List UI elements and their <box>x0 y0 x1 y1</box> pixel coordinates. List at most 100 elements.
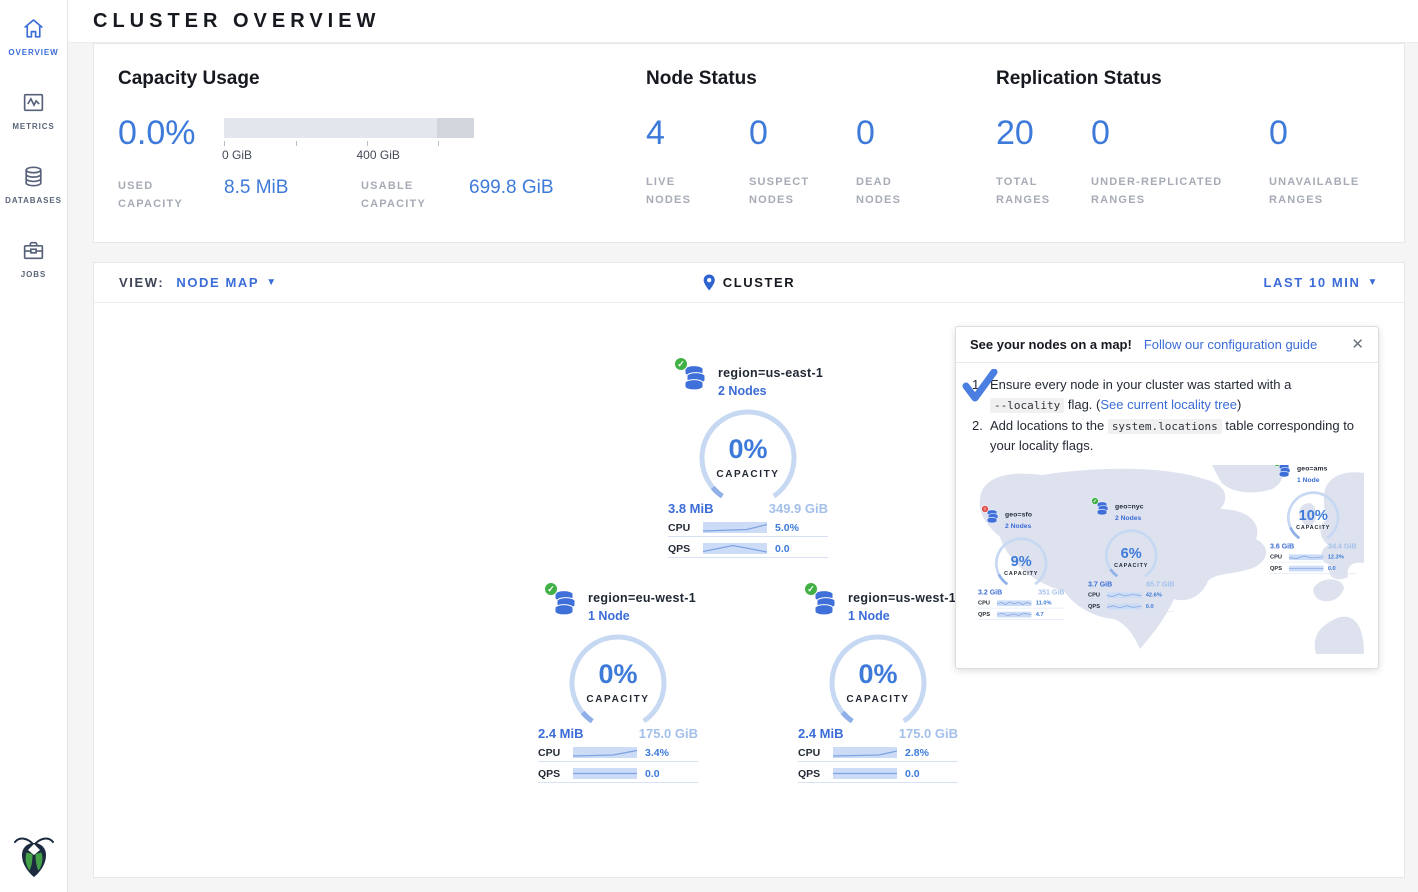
node-status-title: Node Status <box>646 68 996 90</box>
setup-step-1: 1. Ensure every node in your cluster was… <box>972 375 1362 414</box>
qps-metric: QPS 0.0 <box>538 765 698 783</box>
home-icon <box>21 16 46 41</box>
nodes-link[interactable]: 1 Node <box>588 609 696 623</box>
breadcrumb[interactable]: CLUSTER <box>703 274 796 291</box>
capacity-gauge: 10% CAPACITY <box>1285 489 1341 545</box>
locality-eu-west-1[interactable]: ✓ region=eu-west-1 1 Node <box>538 589 698 783</box>
sidebar-item-jobs[interactable]: JOBS <box>21 238 46 279</box>
cpu-metric: CPU 2.8% <box>798 744 958 762</box>
close-icon[interactable]: ✕ <box>1351 337 1364 352</box>
qps-sparkline <box>703 543 767 554</box>
unavailable-ranges-stat: 0 UNAVAILABLE RANGES <box>1269 118 1379 209</box>
nodes-link[interactable]: 2 Nodes <box>718 384 823 398</box>
capacity-gauge: 0% CAPACITY <box>566 631 670 735</box>
under-replicated-ranges-stat: 0 UNDER-REPLICATED RANGES <box>1091 118 1269 209</box>
breadcrumb-label: CLUSTER <box>723 275 796 290</box>
usable-capacity-value: 699.8 GiB <box>469 177 554 199</box>
usable-capacity-label: USABLECAPACITY <box>361 177 469 213</box>
region-label: geo=nyc <box>1115 503 1144 511</box>
blue-check-icon <box>962 369 998 403</box>
db-stack-icon: ✓ <box>552 589 579 616</box>
cpu-metric: CPU 5.0% <box>668 519 828 537</box>
locality-flag-code: --locality <box>990 398 1064 413</box>
capacity-bar-tail <box>437 118 475 138</box>
replication-status-section: Replication Status 20 TOTAL RANGES 0 UND… <box>996 68 1384 242</box>
sidebar-item-overview[interactable]: OVERVIEW <box>8 16 58 57</box>
sidebar-item-label: JOBS <box>21 270 46 279</box>
sidebar-item-label: OVERVIEW <box>8 48 58 57</box>
capacity-gauge: 0% CAPACITY <box>826 631 930 735</box>
sidebar-item-label: DATABASES <box>5 196 62 205</box>
qps-metric: QPS 0.0 <box>798 765 958 783</box>
main-area: CLUSTER OVERVIEW Capacity Usage 0.0% <box>68 0 1418 892</box>
capacity-gauge: 6% CAPACITY <box>1103 527 1159 583</box>
nodes-link: 2 Nodes <box>1005 521 1032 531</box>
cpu-sparkline <box>833 747 897 758</box>
chevron-down-icon: ▼ <box>266 277 278 288</box>
capacity-usage-section: Capacity Usage 0.0% 0 GiB 400 GiB <box>118 68 646 242</box>
locality-us-west-1[interactable]: ✓ region=us-west-1 1 Node <box>798 589 958 783</box>
popup-title: See your nodes on a map! <box>970 337 1132 352</box>
setup-step-2: 2. Add locations to the system.locations… <box>972 416 1362 455</box>
content-area: Capacity Usage 0.0% 0 GiB 400 GiB <box>68 43 1418 892</box>
sidebar: OVERVIEW METRICS DATABASES JOBS <box>0 0 68 892</box>
qps-sparkline <box>833 768 897 779</box>
system-locations-code: system.locations <box>1108 419 1222 434</box>
view-dropdown[interactable]: NODE MAP ▼ <box>176 275 277 290</box>
sidebar-item-metrics[interactable]: METRICS <box>12 90 54 131</box>
example-locality-sfo: ! geo=sfo 2 Nodes <box>978 509 1064 620</box>
used-capacity-label: USEDCAPACITY <box>118 177 224 213</box>
locality-tree-link[interactable]: See current locality tree <box>1100 397 1237 412</box>
healthy-check-icon: ✓ <box>1091 497 1099 505</box>
example-map-preview: ! geo=sfo 2 Nodes <box>972 465 1364 654</box>
jobs-icon <box>21 238 46 263</box>
cpu-sparkline <box>703 522 767 533</box>
node-map-card: VIEW: NODE MAP ▼ CLUSTER LAST 10 MIN ▼ <box>93 262 1405 878</box>
capacity-percent: 0.0% <box>118 118 224 149</box>
time-range-dropdown[interactable]: LAST 10 MIN ▼ <box>1263 275 1379 290</box>
configuration-guide-link[interactable]: Follow our configuration guide <box>1144 337 1317 352</box>
locality-us-east-1[interactable]: ✓ region=us-east-1 2 Nodes <box>668 364 828 558</box>
app-root: OVERVIEW METRICS DATABASES JOBS <box>0 0 1418 892</box>
cockroachdb-logo[interactable] <box>13 833 55 884</box>
cpu-metric: CPU 3.4% <box>538 744 698 762</box>
db-stack-icon: ✓ <box>812 589 839 616</box>
node-map-body: ✓ region=us-east-1 2 Nodes <box>94 303 1404 877</box>
used-capacity-value: 8.5 MiB <box>224 177 361 199</box>
example-locality-ams: ✓ geo=ams 1 Node <box>1270 465 1356 574</box>
nodes-link: 1 Node <box>1297 475 1328 485</box>
capacity-tick-400: 400 GiB <box>357 148 400 162</box>
healthy-check-icon: ✓ <box>804 582 818 596</box>
total-ranges-stat: 20 TOTAL RANGES <box>996 118 1091 209</box>
databases-icon <box>21 164 46 189</box>
region-label: region=us-west-1 <box>848 591 956 605</box>
node-status-section: Node Status 4 LIVE NODES 0 SUSPECT NODES… <box>646 68 996 242</box>
live-nodes-stat: 4 LIVE NODES <box>646 118 749 209</box>
map-toolbar: VIEW: NODE MAP ▼ CLUSTER LAST 10 MIN ▼ <box>94 263 1404 303</box>
nodes-link: 2 Nodes <box>1115 513 1144 523</box>
view-label: VIEW: <box>119 275 164 290</box>
capacity-gauge: 9% CAPACITY <box>993 535 1049 591</box>
sidebar-item-label: METRICS <box>12 122 54 131</box>
db-stack-icon: ! <box>986 509 1001 524</box>
db-stack-icon: ✓ <box>682 364 709 391</box>
region-label: geo=ams <box>1297 465 1328 472</box>
qps-sparkline <box>573 768 637 779</box>
top-header: CLUSTER OVERVIEW <box>68 0 1418 43</box>
region-label: region=eu-west-1 <box>588 591 696 605</box>
capacity-usage-title: Capacity Usage <box>118 68 646 90</box>
warning-icon: ! <box>981 505 989 513</box>
replication-status-title: Replication Status <box>996 68 1384 90</box>
nodes-link[interactable]: 1 Node <box>848 609 956 623</box>
healthy-check-icon: ✓ <box>674 357 688 371</box>
metrics-icon <box>21 90 46 115</box>
sidebar-item-databases[interactable]: DATABASES <box>5 164 62 205</box>
db-stack-icon: ✓ <box>1278 465 1293 478</box>
cpu-sparkline <box>573 747 637 758</box>
chevron-down-icon: ▼ <box>1368 277 1380 288</box>
example-locality-nyc: ✓ geo=nyc 2 Nodes <box>1088 501 1174 612</box>
db-stack-icon: ✓ <box>1096 501 1111 516</box>
region-label: region=us-east-1 <box>718 366 823 380</box>
healthy-check-icon: ✓ <box>544 582 558 596</box>
qps-metric: QPS 0.0 <box>668 540 828 558</box>
